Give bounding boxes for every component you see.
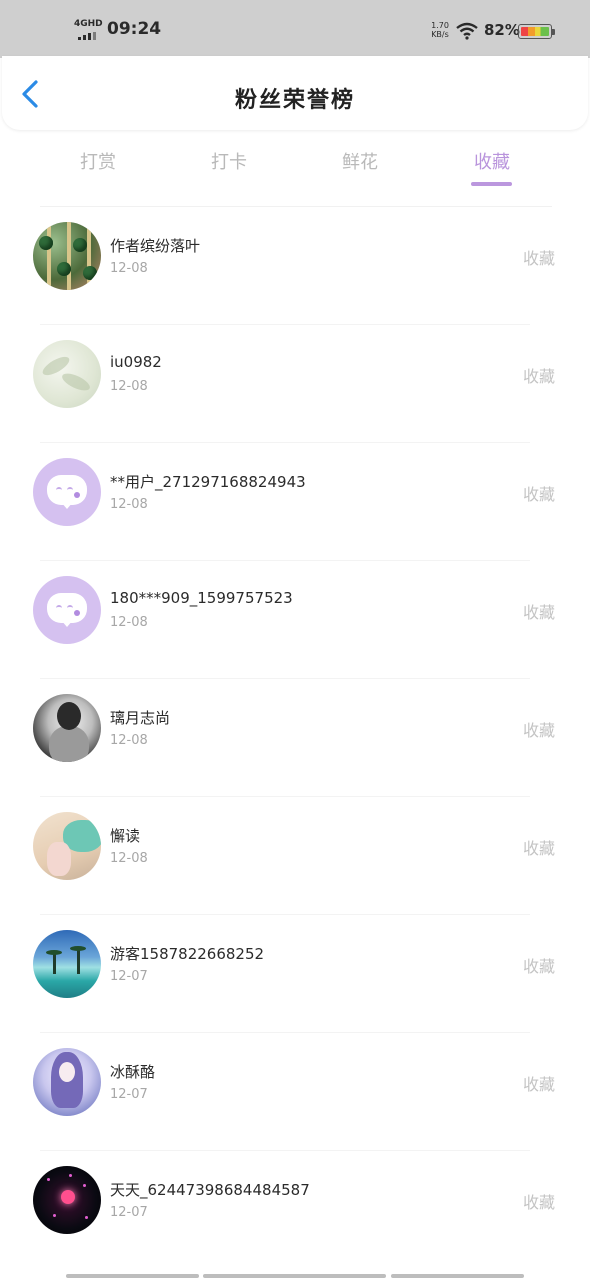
- battery-percent: 82%: [484, 21, 520, 39]
- user-name: 冰酥酪: [110, 1063, 156, 1081]
- record-date: 12-08: [110, 733, 148, 748]
- record-date: 12-08: [110, 261, 148, 276]
- user-name: 懈读: [110, 827, 141, 845]
- avatar: [33, 812, 101, 880]
- user-name: 天天_62447398684484587: [110, 1181, 310, 1199]
- list-item[interactable]: 天天_62447398684484587 12-07 收藏: [0, 1151, 590, 1269]
- record-type: 收藏: [523, 249, 556, 268]
- avatar: [33, 1166, 101, 1234]
- record-type: 收藏: [523, 721, 556, 740]
- wifi-icon: [456, 22, 478, 40]
- list-item[interactable]: 冰酥酪 12-07 收藏: [0, 1033, 590, 1151]
- avatar: [33, 930, 101, 998]
- network-speed: 1.70 KB/s: [431, 21, 449, 39]
- network-type: 4GHD: [74, 19, 103, 29]
- user-name: 游客1587822668252: [110, 945, 265, 963]
- list-item[interactable]: **用户_271297168824943 12-08 收藏: [0, 443, 590, 561]
- tab-flowers[interactable]: 鲜花: [320, 148, 400, 174]
- tab-favorites[interactable]: 收藏: [452, 148, 532, 174]
- status-time: 09:24: [107, 19, 162, 39]
- list-item[interactable]: iu0982 12-08 收藏: [0, 325, 590, 443]
- record-type: 收藏: [523, 485, 556, 504]
- bottom-navigation-hint: [66, 1274, 526, 1278]
- record-date: 12-07: [110, 969, 148, 984]
- battery-icon: [518, 24, 555, 39]
- record-type: 收藏: [523, 367, 556, 386]
- default-avatar-icon: [33, 458, 101, 526]
- user-name: 180***909_1599757523: [110, 589, 293, 607]
- tab-reward[interactable]: 打赏: [58, 148, 138, 174]
- list-item[interactable]: 作者缤纷落叶 12-08 收藏: [0, 207, 590, 325]
- network-speed-value: 1.70: [431, 21, 449, 30]
- network-speed-unit: KB/s: [431, 30, 449, 39]
- record-date: 12-08: [110, 379, 148, 394]
- record-date: 12-07: [110, 1205, 148, 1220]
- list-item[interactable]: 璃月志尚 12-08 收藏: [0, 679, 590, 797]
- record-type: 收藏: [523, 1193, 556, 1212]
- record-date: 12-08: [110, 851, 148, 866]
- record-date: 12-07: [110, 1087, 148, 1102]
- avatar: [33, 222, 101, 290]
- record-type: 收藏: [523, 839, 556, 858]
- avatar: [33, 694, 101, 762]
- user-name: **用户_271297168824943: [110, 473, 306, 491]
- user-name: 璃月志尚: [110, 709, 171, 727]
- list-item[interactable]: 游客1587822668252 12-07 收藏: [0, 915, 590, 1033]
- avatar: [33, 340, 101, 408]
- record-type: 收藏: [523, 1075, 556, 1094]
- user-name: iu0982: [110, 353, 162, 371]
- avatar: [33, 1048, 101, 1116]
- tab-bar: 打赏 打卡 鲜花 收藏: [0, 140, 590, 190]
- tab-checkin[interactable]: 打卡: [189, 148, 269, 174]
- record-type: 收藏: [523, 957, 556, 976]
- default-avatar-icon: [33, 576, 101, 644]
- status-bar: 4GHD 09:24 1.70 KB/s 82%: [0, 0, 590, 58]
- list-item[interactable]: 懈读 12-08 收藏: [0, 797, 590, 915]
- user-name: 作者缤纷落叶: [110, 237, 201, 255]
- record-type: 收藏: [523, 603, 556, 622]
- record-date: 12-08: [110, 497, 148, 512]
- page-title: 粉丝荣誉榜: [234, 88, 355, 113]
- header: 粉丝荣誉榜: [2, 56, 588, 130]
- list-item[interactable]: 180***909_1599757523 12-08 收藏: [0, 561, 590, 679]
- cellular-signal-icon: 4GHD: [74, 19, 103, 40]
- active-tab-indicator: [471, 182, 512, 186]
- record-date: 12-08: [110, 615, 148, 630]
